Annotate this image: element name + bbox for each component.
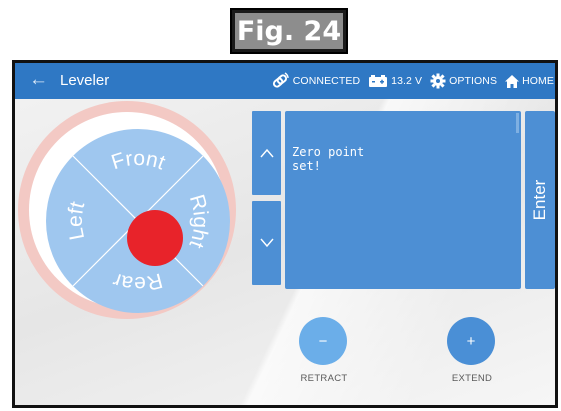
battery-status: 13.2 V — [368, 74, 422, 88]
svg-text:Right: Right — [184, 192, 212, 251]
dial-face: Front Rear Left Right — [46, 129, 230, 313]
svg-text:Front: Front — [109, 147, 169, 175]
gear-icon — [430, 73, 446, 89]
down-button[interactable] — [252, 201, 281, 285]
chevron-down-icon — [259, 238, 274, 248]
right-label: Right — [184, 192, 212, 251]
message-display: Zero point set! — [285, 111, 521, 289]
right-button[interactable]: Right — [184, 192, 212, 251]
front-button[interactable]: Front — [109, 147, 169, 175]
extend-label: EXTEND — [451, 373, 493, 384]
front-label: Front — [109, 147, 169, 175]
enter-label: Enter — [530, 179, 549, 221]
display-message: Zero point set! — [292, 145, 365, 173]
retract-label: RETRACT — [300, 373, 348, 384]
app-screen: ← Leveler CONNECTED 13.2 V OPTIONS HOME … — [12, 60, 558, 408]
svg-text:Left: Left — [64, 199, 89, 242]
plus-icon: + — [466, 332, 476, 350]
minus-icon: − — [318, 332, 328, 350]
left-button[interactable]: Left — [64, 199, 89, 242]
svg-text:Rear: Rear — [110, 268, 165, 295]
home-label: HOME — [522, 75, 554, 87]
extend-button[interactable]: + — [447, 317, 495, 365]
display-scrollbar[interactable] — [516, 113, 519, 133]
rear-label: Rear — [110, 268, 165, 295]
up-button[interactable] — [252, 111, 281, 195]
rear-button[interactable]: Rear — [110, 268, 165, 295]
figure-caption: Fig. 24 — [235, 13, 343, 49]
dial-ring: Front Rear Left Right — [29, 112, 230, 313]
connection-status: CONNECTED — [270, 72, 360, 90]
battery-voltage: 13.2 V — [391, 75, 423, 87]
home-button[interactable]: HOME — [505, 74, 554, 88]
left-label: Left — [64, 199, 89, 242]
home-icon — [505, 74, 520, 88]
options-label: OPTIONS — [449, 75, 498, 87]
direction-dial: Front Rear Left Right — [18, 101, 236, 319]
chevron-up-icon — [259, 148, 274, 158]
level-indicator-dot — [127, 210, 183, 266]
connection-status-text: CONNECTED — [292, 75, 361, 87]
status-area: CONNECTED 13.2 V OPTIONS HOME — [270, 63, 555, 99]
page-title: Leveler — [60, 72, 110, 89]
app-bar: ← Leveler CONNECTED 13.2 V OPTIONS HOME — [15, 63, 555, 99]
battery-icon — [368, 74, 388, 88]
figure-caption-tab: Fig. 24 — [230, 8, 348, 54]
bluetooth-link-icon — [270, 72, 290, 90]
arrow-left-icon[interactable]: ← — [29, 69, 48, 91]
options-button[interactable]: OPTIONS — [430, 73, 497, 89]
retract-button[interactable]: − — [299, 317, 347, 365]
enter-button[interactable]: Enter — [525, 111, 555, 289]
